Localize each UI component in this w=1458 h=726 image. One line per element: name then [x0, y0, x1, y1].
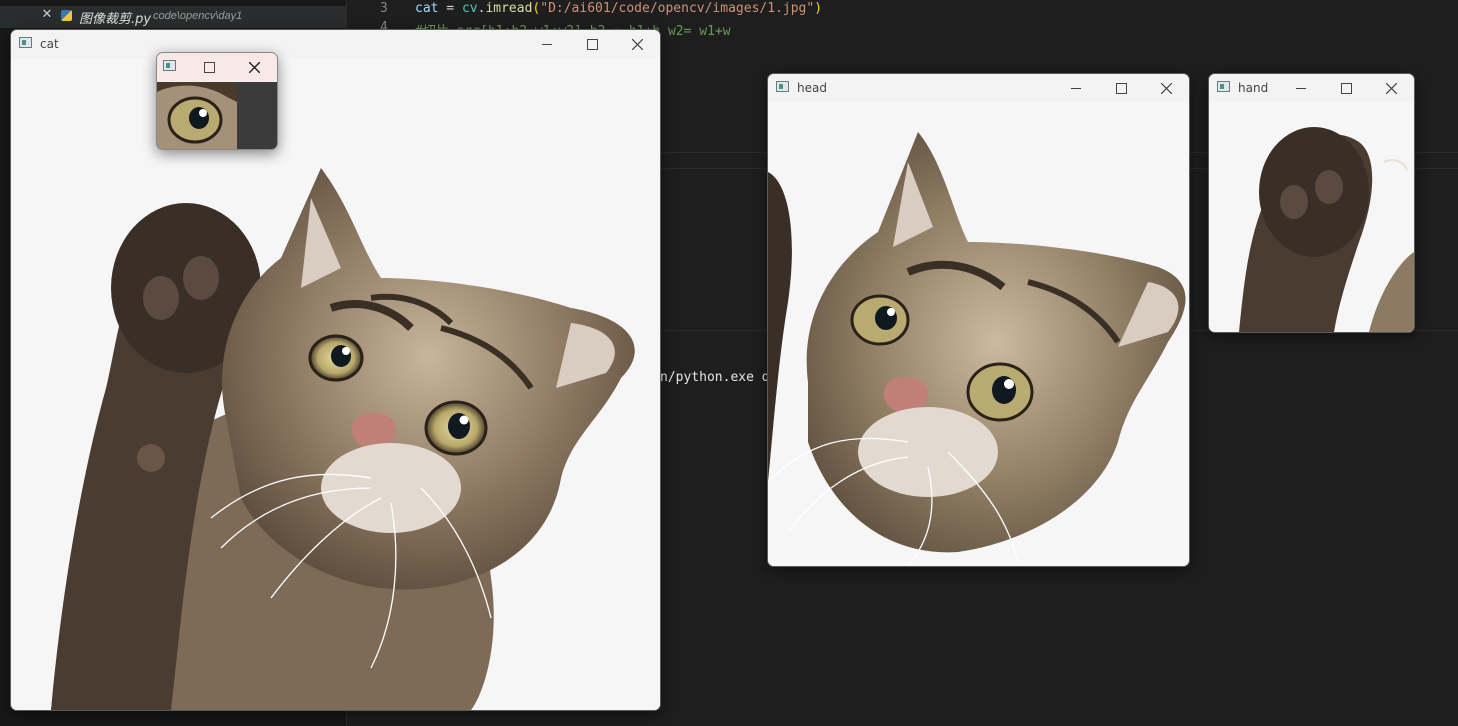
editor-file-path: code\opencv\day1 [153, 10, 243, 22]
cat-window-titlebar[interactable]: cat [11, 30, 660, 58]
app-icon [1217, 81, 1230, 92]
code-line[interactable]: cat = cv.imread("D:/ai601/code/opencv/im… [415, 1, 822, 16]
window-title: hand [1238, 81, 1269, 95]
small-window-titlebar[interactable] [157, 53, 277, 81]
app-icon [163, 60, 176, 71]
window-title: cat [40, 37, 59, 51]
line-number: 3 [380, 1, 388, 16]
close-icon[interactable] [1369, 74, 1414, 102]
small-crop-image [157, 82, 277, 149]
hand-window[interactable]: hand [1208, 73, 1415, 333]
code-token: cv [461, 1, 478, 16]
maximize-icon[interactable] [1099, 74, 1144, 102]
maximize-icon[interactable] [1324, 74, 1369, 102]
head-window-titlebar[interactable]: head [768, 74, 1189, 102]
code-token: = [438, 1, 462, 16]
close-icon[interactable] [1144, 74, 1189, 102]
maximize-icon[interactable] [570, 30, 615, 58]
small-crop-window[interactable] [156, 52, 278, 150]
python-file-icon [61, 10, 72, 21]
window-title: head [797, 81, 827, 95]
head-image [768, 102, 1189, 566]
cat-window[interactable]: cat [10, 29, 661, 711]
app-icon [19, 37, 32, 48]
close-icon[interactable] [615, 30, 660, 58]
minimize-icon[interactable] [525, 30, 570, 58]
code-token: ) [814, 1, 823, 16]
editor-file-name[interactable]: 图像裁剪.py [79, 8, 151, 27]
code-token: "D:/ai601/code/opencv/images/1.jpg" [540, 1, 815, 16]
head-window[interactable]: head [767, 73, 1190, 567]
maximize-icon[interactable] [187, 53, 232, 81]
close-editor-icon[interactable]: ✕ [40, 8, 54, 22]
cat-image [11, 58, 660, 710]
hand-image [1209, 102, 1414, 332]
minimize-icon[interactable] [1054, 74, 1099, 102]
app-icon [776, 81, 789, 92]
code-token: cat [415, 1, 439, 16]
code-token: imread [485, 1, 533, 16]
terminal-output[interactable]: n/python.exe d: [660, 370, 777, 385]
minimize-icon[interactable] [1279, 74, 1324, 102]
close-icon[interactable] [232, 53, 277, 81]
hand-window-titlebar[interactable]: hand [1209, 74, 1414, 102]
